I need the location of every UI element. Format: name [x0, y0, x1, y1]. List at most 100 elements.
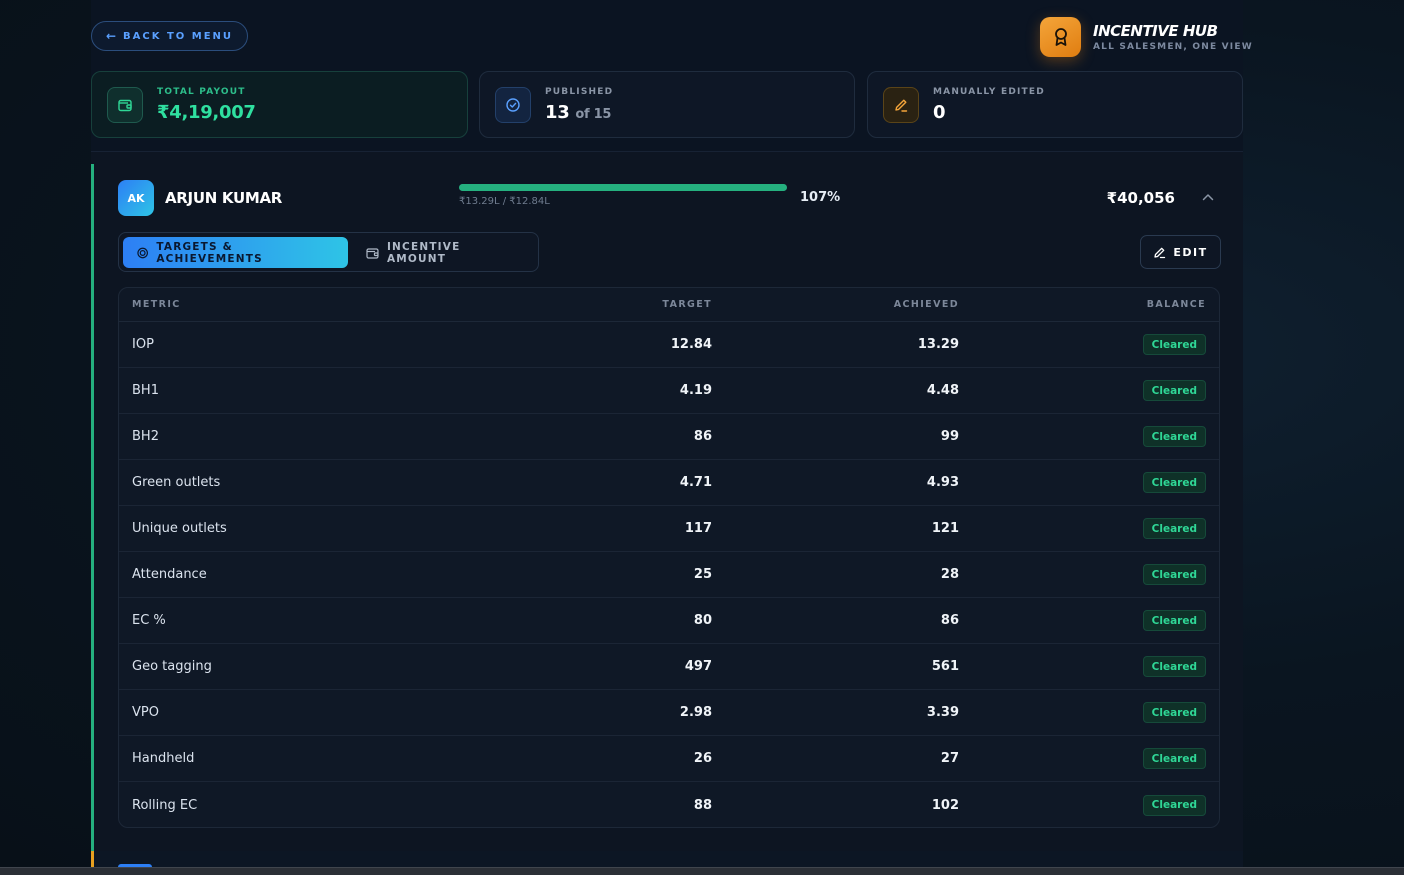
wallet-icon	[107, 86, 143, 123]
status-badge: Cleared	[1142, 702, 1206, 723]
published-count: 13	[545, 101, 570, 123]
status-badge: Cleared	[1142, 426, 1206, 447]
back-to-menu-button[interactable]: ← BACK TO MENU	[91, 21, 248, 51]
metric-cell: BH1	[132, 383, 159, 398]
column-header-metric: METRIC	[132, 299, 181, 310]
achieved-cell: 4.93	[926, 475, 959, 490]
collapse-chevron-up-icon[interactable]	[1199, 188, 1217, 206]
table-row: IOP 12.84 13.29 Cleared	[119, 322, 1219, 368]
status-badge: Cleared	[1142, 472, 1206, 493]
table-row: BH1 4.19 4.48 Cleared	[119, 368, 1219, 414]
next-panel-accent-bar	[91, 851, 94, 867]
brand-subtitle: ALL SALESMEN, ONE VIEW	[1093, 42, 1253, 52]
achieved-cell: 102	[931, 797, 959, 813]
avatar: AK	[118, 180, 154, 216]
balance-cell: Cleared	[959, 610, 1219, 631]
achieved-cell: 86	[940, 613, 959, 628]
wallet-icon	[366, 247, 379, 259]
metric-cell: Geo tagging	[132, 659, 212, 674]
progress-percent: 107%	[800, 190, 841, 205]
balance-cell: Cleared	[959, 426, 1219, 447]
achieved-cell: 121	[931, 521, 959, 536]
salesman-name[interactable]: ARJUN KUMAR	[165, 189, 282, 207]
arrow-left-icon: ←	[105, 29, 117, 43]
table-row: Attendance 25 28 Cleared	[119, 552, 1219, 598]
status-badge: Cleared	[1142, 518, 1206, 539]
balance-cell: Cleared	[959, 794, 1219, 816]
balance-cell: Cleared	[959, 656, 1219, 677]
pencil-icon	[1154, 247, 1166, 258]
manually-edited-card: MANUALLY EDITED 0	[867, 71, 1243, 138]
manually-edited-value: 0	[933, 101, 946, 123]
published-value: 13 of 15	[545, 102, 613, 123]
status-badge: Cleared	[1142, 334, 1206, 355]
tab-targets-label: TARGETS & ACHIEVEMENTS	[156, 240, 263, 265]
achieved-cell: 99	[940, 429, 959, 444]
table-row: Unique outlets 117 121 Cleared	[119, 506, 1219, 552]
published-label: PUBLISHED	[545, 86, 614, 97]
panel-accent-bar	[91, 164, 94, 852]
balance-cell: Cleared	[959, 564, 1219, 585]
salesman-panel: AK ARJUN KUMAR ₹13.29L / ₹12.84L 107% ₹4…	[91, 151, 1243, 852]
status-badge: Cleared	[1142, 794, 1206, 816]
brand: INCENTIVE HUB ALL SALESMEN, ONE VIEW	[1040, 17, 1253, 57]
target-progress-fill	[459, 184, 787, 191]
target-cell: 12.84	[670, 337, 712, 352]
target-cell: 2.98	[679, 705, 712, 720]
balance-cell: Cleared	[959, 518, 1219, 539]
balance-cell: Cleared	[959, 748, 1219, 769]
table-header: METRIC TARGET ACHIEVED BALANCE	[119, 288, 1219, 322]
metric-cell: Handheld	[132, 751, 195, 766]
metric-cell: Rolling EC	[132, 797, 198, 813]
table-row: EC % 80 86 Cleared	[119, 598, 1219, 644]
table-row: VPO 2.98 3.39 Cleared	[119, 690, 1219, 736]
pencil-icon	[883, 86, 919, 123]
metric-cell: VPO	[132, 705, 159, 720]
tab-targets-achievements[interactable]: TARGETS & ACHIEVEMENTS	[123, 237, 348, 268]
target-cell: 86	[693, 429, 712, 444]
manually-edited-label: MANUALLY EDITED	[933, 86, 1045, 97]
view-tabs: TARGETS & ACHIEVEMENTS INCENTIVE AMOUNT	[118, 232, 539, 272]
edit-label: EDIT	[1173, 245, 1208, 259]
target-cell: 4.19	[679, 383, 712, 398]
check-circle-icon	[495, 86, 531, 123]
metrics-table: METRIC TARGET ACHIEVED BALANCE IOP 12.84 1…	[118, 287, 1220, 828]
salesman-incentive-amount: ₹40,056	[1106, 189, 1175, 207]
edit-button[interactable]: EDIT	[1140, 235, 1221, 269]
horizontal-scrollbar[interactable]	[0, 867, 1404, 875]
tab-incentive-label: INCENTIVE AMOUNT	[386, 240, 461, 265]
award-icon	[1040, 17, 1081, 57]
progress-amounts: ₹13.29L / ₹12.84L	[459, 196, 550, 207]
achieved-cell: 27	[940, 751, 959, 766]
target-progress-bar	[459, 184, 787, 191]
metric-cell: BH2	[132, 429, 159, 444]
target-cell: 80	[693, 613, 712, 628]
metric-cell: Unique outlets	[132, 521, 227, 536]
balance-cell: Cleared	[959, 380, 1219, 401]
balance-cell: Cleared	[959, 702, 1219, 723]
table-row: Rolling EC 88 102 Cleared	[119, 782, 1219, 827]
status-badge: Cleared	[1142, 748, 1206, 769]
target-cell: 25	[693, 567, 712, 582]
table-body: IOP 12.84 13.29 Cleared BH1 4.19 4.48 Cleared BH…	[119, 322, 1219, 827]
table-row: Handheld 26 27 Cleared	[119, 736, 1219, 782]
status-badge: Cleared	[1142, 610, 1206, 631]
back-to-menu-label: BACK TO MENU	[123, 30, 234, 42]
table-row: Geo tagging 497 561 Cleared	[119, 644, 1219, 690]
tab-incentive-amount[interactable]: INCENTIVE AMOUNT	[352, 237, 538, 268]
target-icon	[137, 247, 148, 258]
status-badge: Cleared	[1142, 380, 1206, 401]
total-payout-label: TOTAL PAYOUT	[157, 86, 246, 97]
target-cell: 4.71	[679, 475, 712, 490]
target-cell: 26	[693, 751, 712, 766]
target-cell: 497	[684, 659, 712, 674]
metric-cell: Attendance	[132, 567, 207, 582]
status-badge: Cleared	[1142, 656, 1206, 677]
balance-cell: Cleared	[959, 472, 1219, 493]
target-cell: 88	[693, 797, 712, 813]
achieved-cell: 13.29	[917, 337, 959, 352]
achieved-cell: 28	[940, 567, 959, 582]
achieved-cell: 3.39	[926, 705, 959, 720]
metric-cell: Green outlets	[132, 475, 221, 490]
achieved-cell: 4.48	[926, 383, 959, 398]
